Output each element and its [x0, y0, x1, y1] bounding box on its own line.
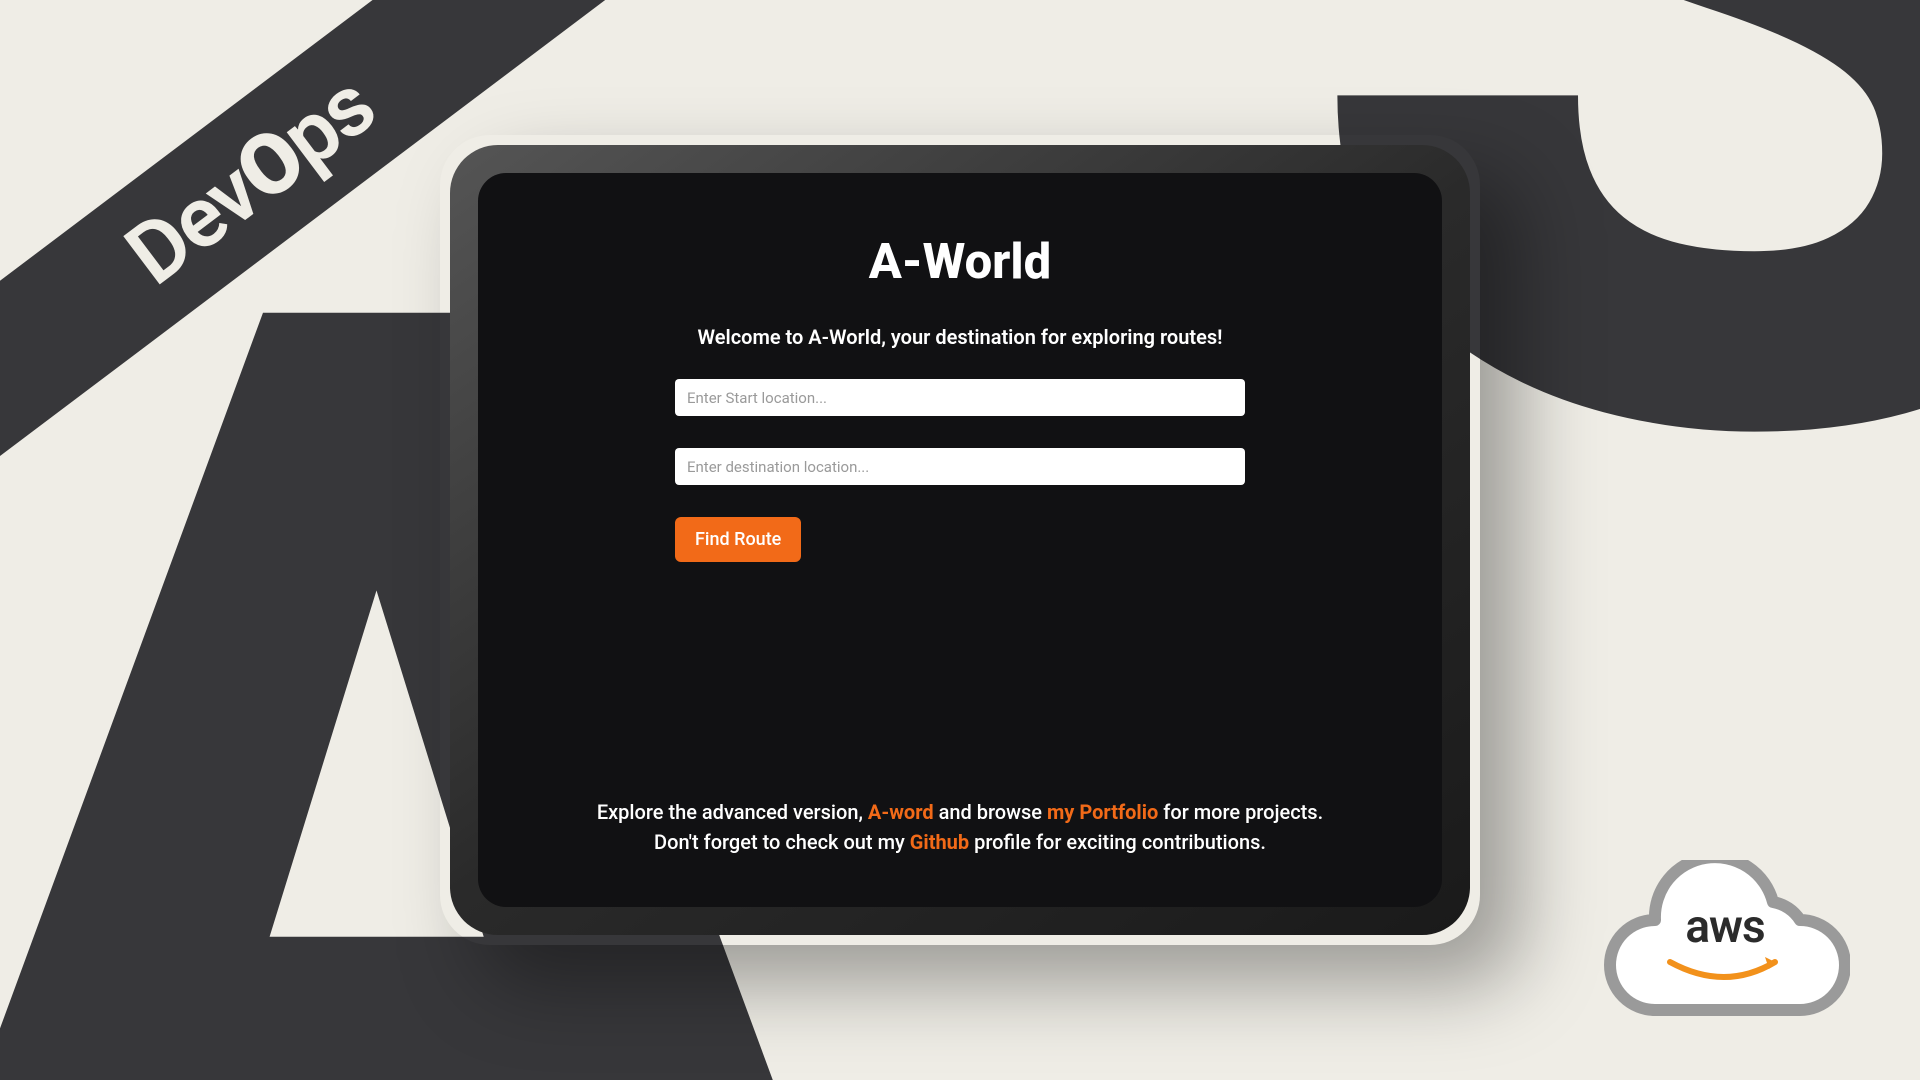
footer-segment-2: and browse	[934, 800, 1047, 824]
tablet-frame: A-World Welcome to A-World, your destina…	[450, 145, 1470, 935]
footer-segment-4: Don't forget to check out my	[654, 830, 910, 854]
destination-location-input[interactable]	[675, 448, 1245, 485]
footer-segment-5: profile for exciting contributions.	[969, 830, 1266, 854]
find-route-button[interactable]: Find Route	[675, 517, 801, 562]
button-row: Find Route	[675, 517, 1245, 562]
aws-label: aws	[1685, 900, 1764, 954]
footer-text: Explore the advanced version, A-word and…	[528, 797, 1392, 867]
tablet-device: A-World Welcome to A-World, your destina…	[450, 145, 1470, 935]
tablet-screen: A-World Welcome to A-World, your destina…	[478, 173, 1442, 907]
link-github[interactable]: Github	[910, 830, 969, 854]
app-subtitle: Welcome to A-World, your destination for…	[528, 325, 1392, 349]
footer-segment-1: Explore the advanced version,	[597, 800, 868, 824]
aws-smile-icon	[1665, 957, 1785, 987]
app-title: A-World	[528, 233, 1392, 290]
route-search-form: Find Route	[528, 379, 1392, 562]
start-location-input[interactable]	[675, 379, 1245, 416]
link-portfolio[interactable]: my Portfolio	[1047, 800, 1158, 824]
footer-segment-3: for more projects.	[1158, 800, 1323, 824]
aws-cloud-badge: aws	[1600, 860, 1850, 1020]
link-aword[interactable]: A-word	[868, 800, 934, 824]
